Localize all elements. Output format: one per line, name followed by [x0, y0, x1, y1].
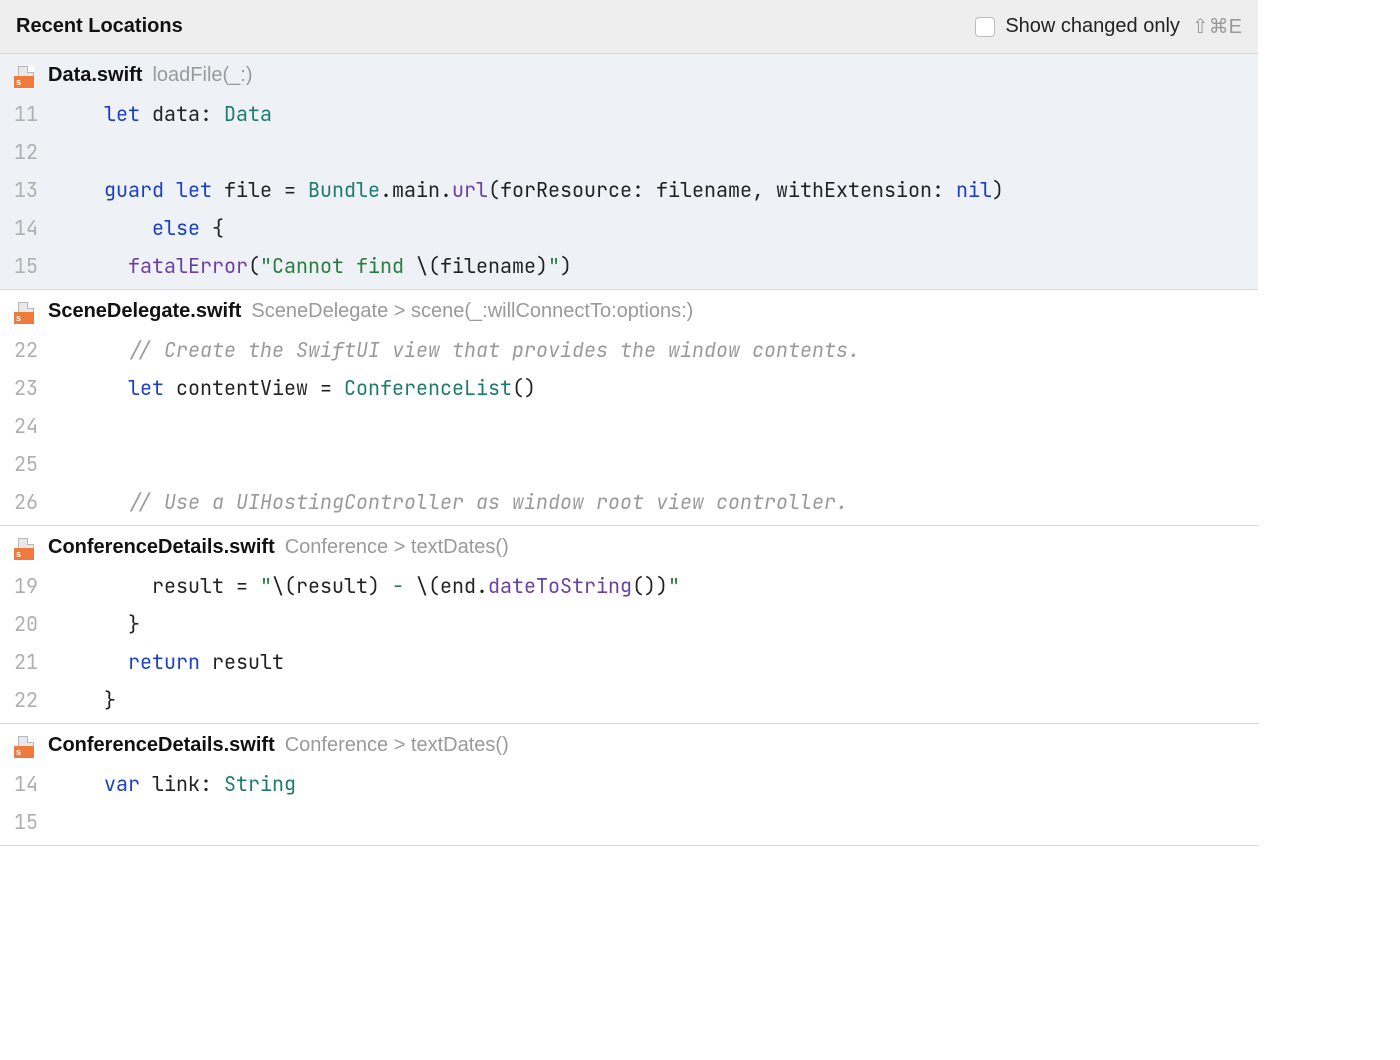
show-changed-label: Show changed only: [1005, 15, 1180, 38]
location-path: SceneDelegate > scene(_:willConnectTo:op…: [251, 300, 693, 323]
code-text: }: [56, 605, 1258, 643]
line-number: 25: [0, 445, 56, 483]
code-text: [56, 445, 1258, 483]
code-line[interactable]: 15: [0, 803, 1258, 841]
line-number: 22: [0, 331, 56, 369]
location-filename: Data.swift: [48, 64, 142, 87]
popup-header: Recent Locations Show changed only ⇧⌘E: [0, 0, 1258, 54]
code-line[interactable]: 14 var link: String: [0, 765, 1258, 803]
line-number: 14: [0, 209, 56, 247]
locations-list: s Data.swift loadFile(_:) 11 let data: Data…: [0, 54, 1258, 846]
code-text: return result: [56, 643, 1258, 681]
location-item[interactable]: s ConferenceDetails.swift Conference > tex…: [0, 526, 1258, 724]
show-changed-checkbox[interactable]: [975, 17, 995, 37]
code-line[interactable]: 22 // Create the SwiftUI view that provi…: [0, 331, 1258, 369]
code-line[interactable]: 14 else {: [0, 209, 1258, 247]
location-header[interactable]: s SceneDelegate.swift SceneDelegate > scen…: [0, 290, 1258, 331]
code-snippet: 22 // Create the SwiftUI view that provi…: [0, 331, 1258, 525]
code-text: [56, 803, 1258, 841]
location-header[interactable]: s Data.swift loadFile(_:): [0, 54, 1258, 95]
code-line[interactable]: 20 }: [0, 605, 1258, 643]
code-snippet: 11 let data: Data1213 guard let file = B…: [0, 95, 1258, 289]
line-number: 15: [0, 803, 56, 841]
location-path: loadFile(_:): [152, 64, 252, 87]
line-number: 11: [0, 95, 56, 133]
line-number: 19: [0, 567, 56, 605]
line-number: 13: [0, 171, 56, 209]
code-line[interactable]: 22 }: [0, 681, 1258, 719]
code-line[interactable]: 13 guard let file = Bundle.main.url(forR…: [0, 171, 1258, 209]
location-header[interactable]: s ConferenceDetails.swift Conference > tex…: [0, 724, 1258, 765]
code-line[interactable]: 12: [0, 133, 1258, 171]
code-text: else {: [56, 209, 1258, 247]
code-text: // Use a UIHostingController as window r…: [56, 483, 1258, 521]
line-number: 14: [0, 765, 56, 803]
code-line[interactable]: 15 fatalError("Cannot find \(filename)"): [0, 247, 1258, 285]
code-text: guard let file = Bundle.main.url(forReso…: [56, 171, 1258, 209]
location-item[interactable]: s ConferenceDetails.swift Conference > tex…: [0, 724, 1258, 846]
code-text: fatalError("Cannot find \(filename)"): [56, 247, 1258, 285]
line-number: 26: [0, 483, 56, 521]
swift-file-icon: s: [14, 538, 38, 558]
swift-file-icon: s: [14, 302, 38, 322]
code-text: }: [56, 681, 1258, 719]
code-line[interactable]: 19 result = "\(result) - \(end.dateToStr…: [0, 567, 1258, 605]
shortcut-hint: ⇧⌘E: [1192, 14, 1242, 39]
code-text: [56, 133, 1258, 171]
code-text: var link: String: [56, 765, 1258, 803]
code-line[interactable]: 25: [0, 445, 1258, 483]
location-item[interactable]: s Data.swift loadFile(_:) 11 let data: Data…: [0, 54, 1258, 290]
location-item[interactable]: s SceneDelegate.swift SceneDelegate > scen…: [0, 290, 1258, 526]
location-filename: ConferenceDetails.swift: [48, 734, 275, 757]
header-controls: Show changed only ⇧⌘E: [975, 14, 1242, 39]
location-filename: SceneDelegate.swift: [48, 300, 241, 323]
line-number: 22: [0, 681, 56, 719]
location-header[interactable]: s ConferenceDetails.swift Conference > tex…: [0, 526, 1258, 567]
code-text: [56, 407, 1258, 445]
location-path: Conference > textDates(): [285, 536, 509, 559]
code-text: result = "\(result) - \(end.dateToString…: [56, 567, 1258, 605]
code-line[interactable]: 26 // Use a UIHostingController as windo…: [0, 483, 1258, 521]
line-number: 23: [0, 369, 56, 407]
line-number: 21: [0, 643, 56, 681]
code-text: // Create the SwiftUI view that provides…: [56, 331, 1258, 369]
location-path: Conference > textDates(): [285, 734, 509, 757]
code-line[interactable]: 11 let data: Data: [0, 95, 1258, 133]
line-number: 15: [0, 247, 56, 285]
line-number: 20: [0, 605, 56, 643]
code-text: let data: Data: [56, 95, 1258, 133]
code-snippet: 14 var link: String15: [0, 765, 1258, 845]
code-line[interactable]: 21 return result: [0, 643, 1258, 681]
swift-file-icon: s: [14, 736, 38, 756]
code-text: let contentView = ConferenceList(): [56, 369, 1258, 407]
code-line[interactable]: 23 let contentView = ConferenceList(): [0, 369, 1258, 407]
line-number: 24: [0, 407, 56, 445]
code-snippet: 19 result = "\(result) - \(end.dateToStr…: [0, 567, 1258, 723]
code-line[interactable]: 24: [0, 407, 1258, 445]
line-number: 12: [0, 133, 56, 171]
popup-title: Recent Locations: [16, 15, 183, 38]
location-filename: ConferenceDetails.swift: [48, 536, 275, 559]
swift-file-icon: s: [14, 66, 38, 86]
